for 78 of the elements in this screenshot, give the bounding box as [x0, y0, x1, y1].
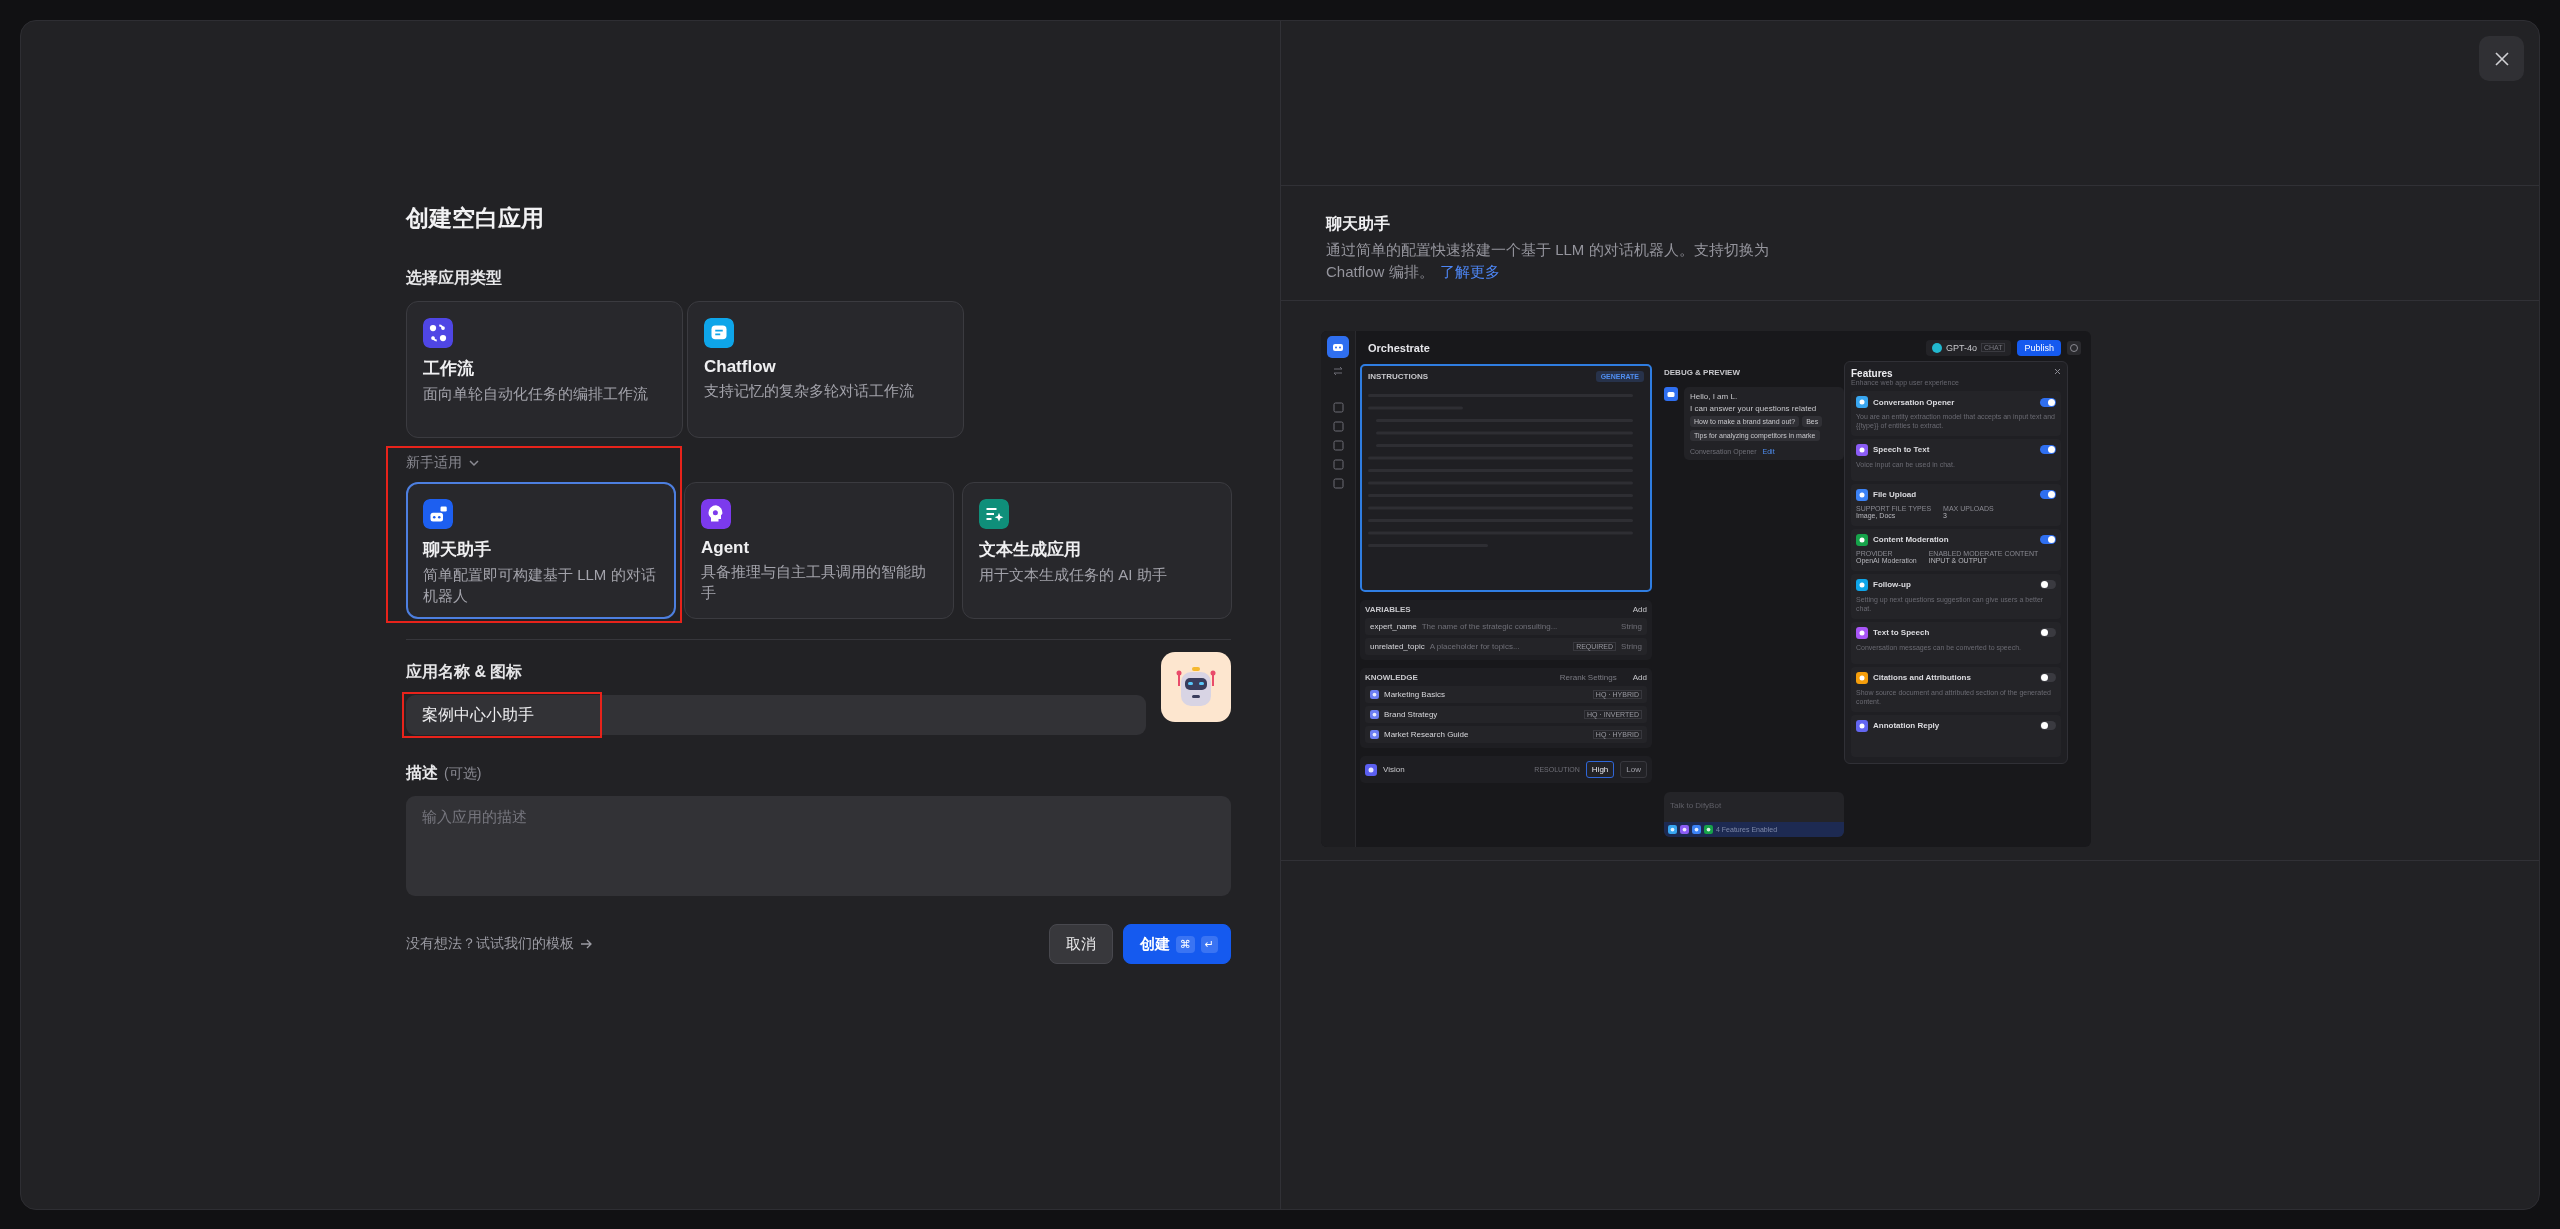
feature-name: Conversation Opener	[1873, 397, 1955, 407]
bot-avatar-icon	[1664, 387, 1678, 401]
template-link[interactable]: 没有想法？试试我们的模板	[406, 935, 592, 953]
card-title: Agent	[701, 538, 751, 558]
feature-icon	[1692, 825, 1701, 834]
app-type-card[interactable]: 工作流 面向单轮自动化任务的编排工作流	[406, 301, 683, 438]
learn-more-link[interactable]: 了解更多	[1439, 262, 1500, 280]
nav-icon[interactable]	[1332, 402, 1344, 413]
section-title: VARIABLES	[1365, 605, 1411, 614]
card-description: 支持记忆的复杂多轮对话工作流	[704, 381, 915, 401]
feature-name: Content Moderation	[1873, 535, 1949, 545]
resolution-option[interactable]: High	[1585, 761, 1615, 778]
toggle-switch[interactable]	[2040, 673, 2056, 683]
close-button[interactable]	[2479, 36, 2524, 81]
nav-icon[interactable]	[1332, 478, 1344, 489]
card-title: 聊天助手	[423, 539, 492, 561]
app-type-card[interactable]: 聊天助手 简单配置即可构建基于 LLM 的对话机器人	[406, 482, 676, 619]
section-title: KNOWLEDGE	[1365, 673, 1418, 682]
add-link[interactable]: Add	[1632, 673, 1647, 682]
chevron-icon[interactable]	[468, 457, 480, 469]
section-label: 新手适用	[406, 454, 462, 472]
toggle-switch[interactable]	[2040, 535, 2056, 545]
nav-icon[interactable]	[1332, 421, 1344, 432]
feature-name: Annotation Reply	[1873, 721, 1940, 731]
cancel-button[interactable]: 取消	[1048, 924, 1113, 964]
nav-icon[interactable]	[1332, 459, 1344, 470]
card-title: Chatflow	[704, 357, 777, 377]
preview-title: 聊天助手	[1326, 214, 1391, 234]
feature-icon	[1668, 825, 1677, 834]
card-description: 面向单轮自动化任务的编排工作流	[423, 384, 649, 404]
feature-name: Text to Speech	[1873, 628, 1930, 638]
card-description: 具备推理与自主工具调用的智能助手	[701, 562, 927, 603]
field-label: 应用名称 & 图标	[406, 662, 524, 682]
model-icon	[1931, 342, 1942, 353]
publish-button[interactable]: Publish	[2017, 339, 2061, 356]
toggle-switch[interactable]	[2040, 490, 2056, 500]
app-type-card[interactable]: 文本生成应用 用于文本生成任务的 AI 助手	[962, 482, 1232, 619]
app-type-card[interactable]: Chatflow 支持记忆的复杂多轮对话工作流	[687, 301, 964, 438]
panel-title: Features	[1851, 368, 1894, 379]
feature-name: Citations and Attributions	[1873, 673, 1971, 683]
variable-row[interactable]: expert_name The name of the strategic consulting... String	[1365, 618, 1647, 635]
create-button[interactable]: 创建 ⌘ ↵	[1122, 924, 1231, 964]
vision-label: Vision	[1383, 765, 1405, 774]
toggle-switch[interactable]	[2040, 628, 2056, 638]
toggle-switch[interactable]	[2040, 580, 2056, 590]
section-title: DEBUG & PREVIEW	[1664, 368, 1741, 377]
feature-icon	[1704, 825, 1713, 834]
card-title: 工作流	[423, 358, 475, 380]
description-field[interactable]: 输入应用的描述	[406, 796, 1231, 896]
page-title: Orchestrate	[1368, 341, 1430, 354]
feature-name: Follow-up	[1873, 580, 1911, 590]
arrow-icon	[580, 938, 592, 950]
app-icon-picker[interactable]	[1161, 652, 1231, 722]
swap-icon[interactable]	[1333, 366, 1343, 376]
section-title: INSTRUCTIONS	[1368, 372, 1428, 381]
feature-name: Speech to Text	[1873, 445, 1930, 455]
close-icon[interactable]	[2054, 368, 2061, 375]
rerank-settings-link[interactable]: Rerank Settings	[1559, 673, 1617, 682]
section-label: 选择应用类型	[406, 268, 503, 288]
app-name-field[interactable]: 案例中心小助手	[406, 695, 1146, 735]
app-type-card[interactable]: Agent 具备推理与自主工具调用的智能助手	[684, 482, 954, 619]
resolution-option[interactable]: Low	[1620, 761, 1647, 778]
optional-hint: (可选)	[444, 765, 482, 783]
robot-icon	[1327, 336, 1349, 358]
feature-icon	[1680, 825, 1689, 834]
nav-icon[interactable]	[1332, 440, 1344, 451]
card-description: 简单配置即可构建基于 LLM 的对话机器人	[423, 565, 657, 606]
toggle-switch[interactable]	[2040, 397, 2056, 407]
feature-name: File Upload	[1873, 490, 1917, 500]
card-description: 用于文本生成任务的 AI 助手	[979, 565, 1168, 585]
toggle-switch[interactable]	[2040, 721, 2056, 731]
card-title: 文本生成应用	[979, 539, 1082, 561]
preview-description: 通过简单的配置快速搭建一个基于 LLM 的对话机器人。支持切换为 Chatflow 编排。 了解更多	[1326, 240, 1770, 282]
dialog-title: 创建空白应用	[406, 204, 545, 233]
toggle-switch[interactable]	[2040, 445, 2056, 455]
add-link[interactable]: Add	[1632, 605, 1647, 614]
field-label: 描述	[406, 763, 438, 783]
close-icon	[2493, 50, 2510, 67]
